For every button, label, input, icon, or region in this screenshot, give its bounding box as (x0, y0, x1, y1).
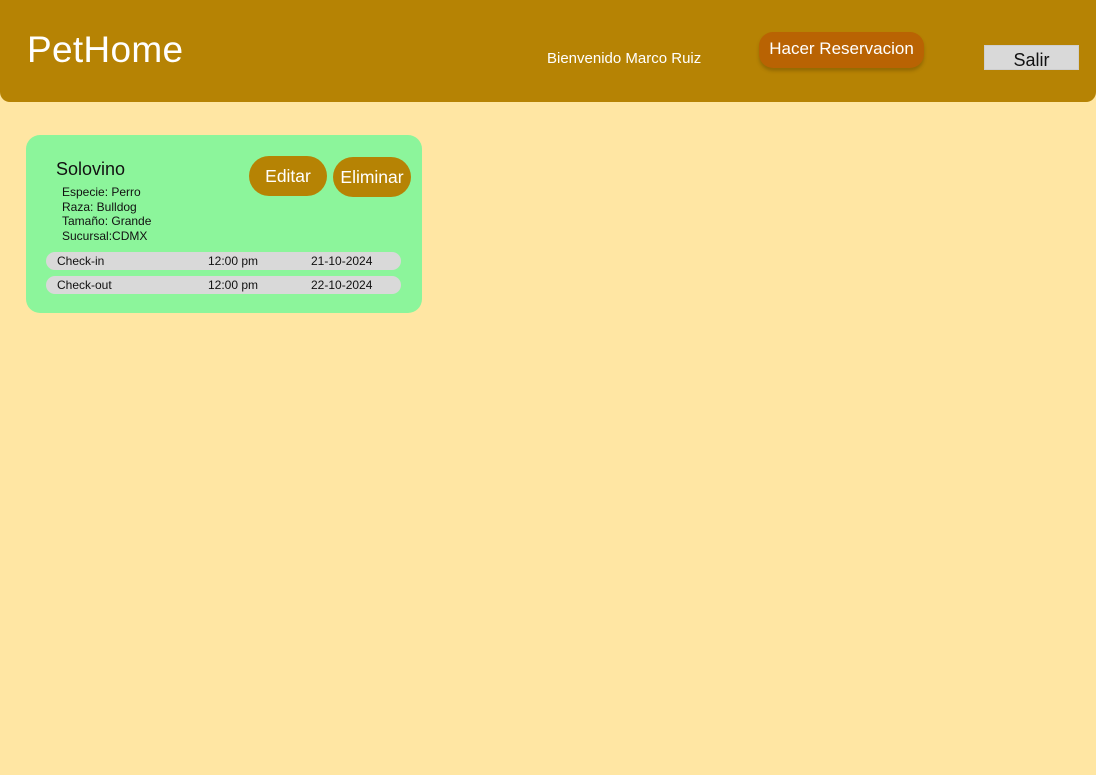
pet-name: Solovino (56, 159, 126, 179)
app-logo[interactable]: PetHome (27, 29, 183, 71)
pet-details: Especie: Perro Raza: Bulldog Tamaño: Gra… (62, 185, 151, 243)
logout-button[interactable]: Salir (984, 45, 1079, 70)
checkin-time: 12:00 pm (208, 254, 259, 268)
pet-size: Tamaño: Grande (62, 214, 152, 229)
pet-card: Solovino Especie: Perro Raza: Bulldog Ta… (26, 135, 422, 313)
checkout-row: Check-out 12:00 pm 22-10-2024 (46, 276, 401, 294)
top-header: PetHome Bienvenido Marco Ruiz Hacer Rese… (0, 0, 1096, 102)
checkout-time: 12:00 pm (208, 278, 259, 292)
make-reservation-button[interactable]: Hacer Reservacion (759, 32, 924, 68)
checkin-date: 21-10-2024 (311, 254, 373, 268)
checkout-date: 22-10-2024 (311, 278, 373, 292)
pet-branch: Sucursal:CDMX (62, 228, 148, 243)
pet-breed: Raza: Bulldog (62, 199, 137, 214)
pet-species: Especie: Perro (62, 185, 141, 199)
welcome-message: Bienvenido Marco Ruiz (547, 50, 702, 67)
edit-button[interactable]: Editar (249, 156, 327, 196)
delete-button[interactable]: Eliminar (333, 157, 411, 197)
checkin-label: Check-in (57, 254, 105, 268)
checkout-label: Check-out (57, 278, 112, 292)
checkin-row: Check-in 12:00 pm 21-10-2024 (46, 252, 401, 270)
